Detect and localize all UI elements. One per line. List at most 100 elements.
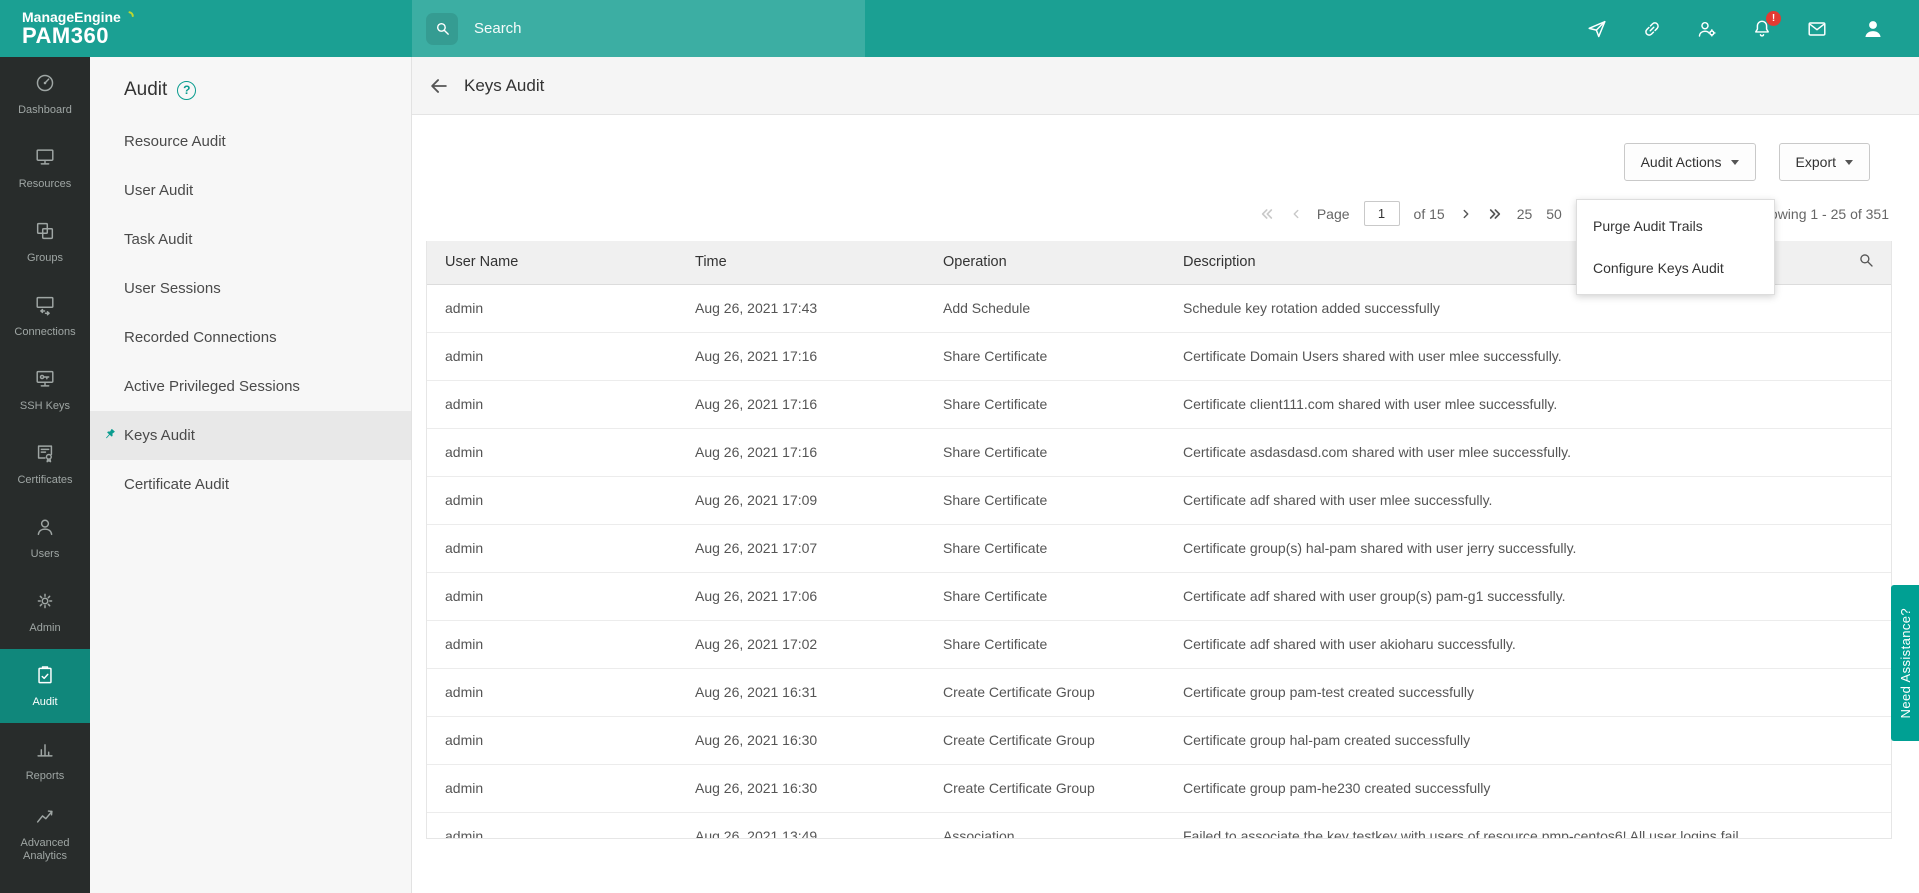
table-cell: admin [427, 284, 677, 332]
table-cell: Certificate group pam-test created succe… [1165, 668, 1839, 716]
audit-table-body: adminAug 26, 2021 17:43Add ScheduleSched… [427, 284, 1891, 839]
audit-nav-item-keys-audit[interactable]: Keys Audit [90, 411, 411, 460]
table-row: adminAug 26, 2021 16:31Create Certificat… [427, 668, 1891, 716]
table-cell [1839, 716, 1891, 764]
audit-nav-item-label: User Audit [124, 182, 193, 199]
table-cell: Certificate group(s) hal-pam shared with… [1165, 524, 1839, 572]
notification-bell-icon[interactable]: ! [1751, 18, 1773, 40]
table-cell: Aug 26, 2021 13:49 [677, 812, 925, 839]
table-cell: Aug 26, 2021 17:06 [677, 572, 925, 620]
audit-nav-item-label: Active Privileged Sessions [124, 378, 300, 395]
sidebar-item-groups[interactable]: Groups [0, 205, 90, 279]
table-cell [1839, 284, 1891, 332]
audit-nav-item-user-sessions[interactable]: User Sessions [90, 264, 411, 313]
audit-nav-item-recorded-connections[interactable]: Recorded Connections [90, 313, 411, 362]
pin-icon [102, 427, 117, 446]
audit-nav-item-user-audit[interactable]: User Audit [90, 166, 411, 215]
audit-nav-item-resource-audit[interactable]: Resource Audit [90, 117, 411, 166]
audit-nav-item-certificate-audit[interactable]: Certificate Audit [90, 460, 411, 509]
table-cell: Share Certificate [925, 332, 1165, 380]
table-row: adminAug 26, 2021 16:30Create Certificat… [427, 716, 1891, 764]
profile-icon[interactable] [1861, 17, 1885, 41]
resources-icon [34, 146, 56, 173]
table-search-icon[interactable] [1857, 251, 1875, 269]
sidebar-item-label: Advanced Analytics [0, 837, 90, 862]
table-cell: admin [427, 668, 677, 716]
sidebar-item-dashboard[interactable]: Dashboard [0, 57, 90, 131]
audit-actions-button[interactable]: Audit Actions [1624, 143, 1756, 181]
table-row: adminAug 26, 2021 17:02Share Certificate… [427, 620, 1891, 668]
table-cell: Certificate group pam-he230 created succ… [1165, 764, 1839, 812]
export-button[interactable]: Export [1779, 143, 1870, 181]
column-header-operation: Operation [925, 241, 1165, 284]
table-cell [1839, 332, 1891, 380]
audit-nav-item-label: Resource Audit [124, 133, 226, 150]
sidebar-item-advanced-analytics[interactable]: Advanced Analytics [0, 797, 90, 871]
audit-nav-item-active-privileged-sessions[interactable]: Active Privileged Sessions [90, 362, 411, 411]
table-cell: Aug 26, 2021 17:09 [677, 476, 925, 524]
prev-page-icon[interactable] [1289, 207, 1303, 221]
next-page-icon[interactable] [1459, 207, 1473, 221]
table-search-header [1839, 241, 1891, 284]
table-cell: Share Certificate [925, 428, 1165, 476]
table-cell: Certificate Domain Users shared with use… [1165, 332, 1839, 380]
table-cell: Certificate adf shared with user akiohar… [1165, 620, 1839, 668]
paper-plane-icon[interactable] [1586, 18, 1608, 40]
page-size-50[interactable]: 50 [1546, 206, 1562, 222]
audit-nav-panel: Audit ? Resource AuditUser AuditTask Aud… [90, 57, 412, 893]
table-row: adminAug 26, 2021 13:49AssociationFailed… [427, 812, 1891, 839]
table-row: adminAug 26, 2021 17:16Share Certificate… [427, 332, 1891, 380]
dashboard-icon [34, 72, 56, 99]
brand-manageengine: ManageEngine [22, 10, 121, 25]
table-cell [1839, 764, 1891, 812]
need-assistance-tab[interactable]: Need Assistance? [1891, 585, 1919, 741]
menu-item-purge-audit-trails[interactable]: Purge Audit Trails [1577, 205, 1774, 247]
table-cell: Aug 26, 2021 16:30 [677, 716, 925, 764]
audit-nav-item-task-audit[interactable]: Task Audit [90, 215, 411, 264]
table-cell: admin [427, 572, 677, 620]
sidebar-item-label: Admin [27, 622, 62, 635]
sidebar-item-admin[interactable]: Admin [0, 575, 90, 649]
help-icon[interactable]: ? [177, 81, 196, 100]
table-cell: admin [427, 524, 677, 572]
page-number-input[interactable] [1364, 201, 1400, 226]
user-gear-icon[interactable] [1696, 18, 1718, 40]
reports-icon [34, 738, 56, 765]
sidebar-item-reports[interactable]: Reports [0, 723, 90, 797]
sidebar-item-connections[interactable]: Connections [0, 279, 90, 353]
table-cell: Certificate asdasdasd.com shared with us… [1165, 428, 1839, 476]
back-arrow-icon[interactable] [428, 75, 450, 97]
table-cell [1839, 476, 1891, 524]
brand-pam360: PAM360 [22, 24, 412, 47]
table-cell: Create Certificate Group [925, 716, 1165, 764]
brand-logo: ManageEngine PAM360 [0, 10, 412, 48]
link-icon[interactable] [1641, 18, 1663, 40]
sidebar-item-certificates[interactable]: Certificates [0, 427, 90, 501]
menu-item-configure-keys-audit[interactable]: Configure Keys Audit [1577, 247, 1774, 289]
table-cell: admin [427, 620, 677, 668]
global-search-bar [412, 0, 865, 57]
top-bar: ManageEngine PAM360 ! [0, 0, 1919, 57]
table-cell: Certificate adf shared with user group(s… [1165, 572, 1839, 620]
chevron-down-icon [1731, 160, 1739, 165]
table-cell: Aug 26, 2021 17:16 [677, 380, 925, 428]
table-cell: admin [427, 812, 677, 839]
sidebar-item-resources[interactable]: Resources [0, 131, 90, 205]
search-icon[interactable] [426, 13, 458, 45]
search-input[interactable] [472, 19, 802, 38]
last-page-icon[interactable] [1487, 206, 1503, 222]
table-cell [1839, 812, 1891, 839]
column-header-time: Time [677, 241, 925, 284]
admin-icon [34, 590, 56, 617]
table-row: adminAug 26, 2021 16:30Create Certificat… [427, 764, 1891, 812]
first-page-icon[interactable] [1259, 206, 1275, 222]
mail-icon[interactable] [1806, 18, 1828, 40]
page-header: Keys Audit [412, 57, 1919, 115]
sidebar-item-audit[interactable]: Audit [0, 649, 90, 723]
sidebar-item-users[interactable]: Users [0, 501, 90, 575]
audit-nav-item-label: User Sessions [124, 280, 221, 297]
sidebar-item-ssh-keys[interactable]: SSH Keys [0, 353, 90, 427]
table-cell: Share Certificate [925, 572, 1165, 620]
advanced-analytics-icon [34, 805, 56, 832]
page-size-25[interactable]: 25 [1517, 206, 1533, 222]
